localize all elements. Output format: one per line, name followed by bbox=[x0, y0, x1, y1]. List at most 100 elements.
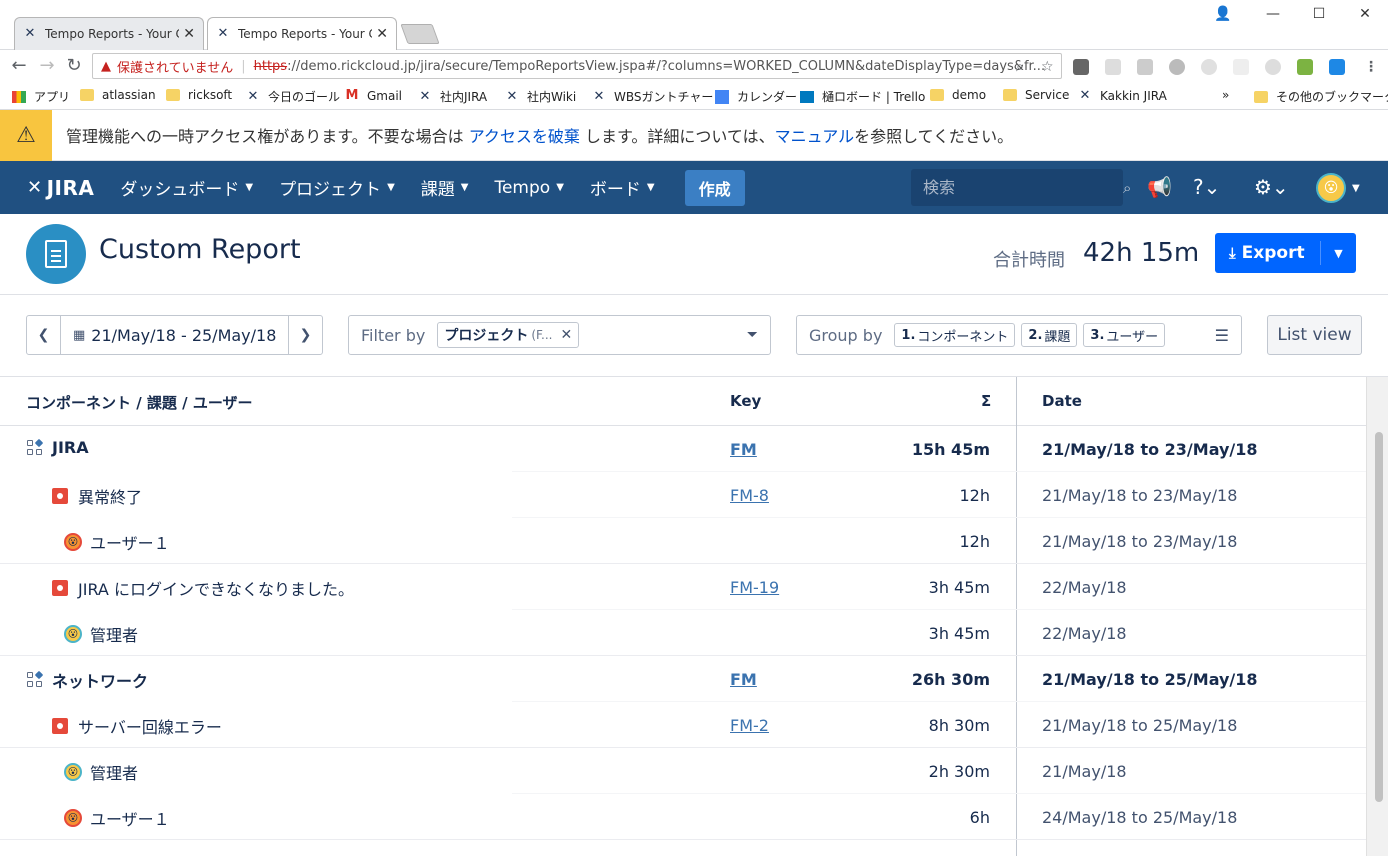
forward-icon[interactable]: → bbox=[36, 55, 58, 77]
list-view-button[interactable]: List view bbox=[1267, 315, 1362, 355]
bookmark-calendar[interactable]: カレンダー bbox=[715, 88, 797, 105]
bookmark-ricksoft[interactable]: ricksoft bbox=[166, 88, 232, 102]
table-row[interactable]: 異常終了 FM-8 12h 21/May/18 to 23/May/18 bbox=[0, 472, 1366, 518]
bookmark-jira[interactable]: ✕ 社内JIRA bbox=[418, 88, 488, 105]
row-label: ユーザー１ bbox=[90, 534, 170, 553]
filter-funnel-icon[interactable]: ⏷ bbox=[747, 327, 758, 343]
bookmark-wbs[interactable]: ✕ WBSガントチャート bbox=[592, 88, 726, 105]
header-sum[interactable]: Σ bbox=[981, 392, 991, 410]
bookmark-trello[interactable]: 樋ロボード | Trello bbox=[800, 88, 925, 105]
table-row[interactable]: 😮 ユーザー１ 6h 24/May/18 to 25/May/18 bbox=[0, 794, 1366, 840]
pdf-extension-icon[interactable] bbox=[1105, 59, 1121, 75]
previous-period-button[interactable]: ❮ bbox=[27, 316, 61, 354]
row-key-link[interactable]: FM bbox=[730, 440, 757, 459]
maximize-icon[interactable]: ☐ bbox=[1296, 6, 1342, 22]
extension-icon[interactable] bbox=[1201, 59, 1217, 75]
profile-icon[interactable]: 👤 bbox=[1200, 6, 1246, 22]
chip-label: プロジェクト bbox=[444, 328, 529, 344]
bookmark-gmail[interactable]: M Gmail bbox=[345, 88, 402, 103]
header-name[interactable]: コンポーネント / 課題 / ユーザー bbox=[26, 392, 253, 413]
extension-icon[interactable] bbox=[1233, 59, 1249, 75]
row-date: 21/May/18 to 23/May/18 bbox=[1042, 532, 1238, 551]
megaphone-icon[interactable]: 📢 bbox=[1147, 175, 1172, 199]
group-chip-issue[interactable]: 2. 課題 bbox=[1021, 323, 1078, 347]
tab-title: Tempo Reports - Your Co bbox=[45, 27, 180, 41]
close-window-icon[interactable]: ✕ bbox=[1342, 6, 1388, 22]
table-row[interactable]: JIRA にログインできなくなりました。 FM-19 3h 45m 22/May… bbox=[0, 564, 1366, 610]
bookmark-service[interactable]: Service bbox=[1003, 88, 1069, 102]
row-key-link[interactable]: FM bbox=[730, 670, 757, 689]
table-row[interactable]: 😮 管理者 3h 45m 22/May/18 bbox=[0, 610, 1366, 656]
filter-chip-project[interactable]: プロジェクト (F... ✕ bbox=[437, 322, 580, 348]
reload-icon[interactable]: ↻ bbox=[63, 55, 85, 77]
nav-projects[interactable]: プロジェクト ▼ bbox=[279, 175, 395, 200]
menu-kebab-icon[interactable]: ⋮ bbox=[1364, 59, 1378, 75]
bookmark-star-icon[interactable]: ☆ bbox=[1041, 59, 1054, 75]
nav-issues[interactable]: 課題 ▼ bbox=[421, 175, 469, 200]
table-scrollbar[interactable] bbox=[1366, 377, 1388, 856]
drop-access-link[interactable]: アクセスを破棄 bbox=[469, 127, 580, 146]
close-icon[interactable]: ✕ bbox=[183, 26, 195, 42]
table-row[interactable]: JIRA FM 15h 45m 21/May/18 to 23/May/18 bbox=[0, 426, 1366, 472]
new-tab-button[interactable] bbox=[400, 24, 440, 44]
create-button[interactable]: 作成 bbox=[684, 169, 745, 206]
nav-dashboards[interactable]: ダッシュボード ▼ bbox=[120, 175, 253, 200]
bookmarks-overflow[interactable]: » bbox=[1222, 88, 1229, 102]
list-icon[interactable]: ☰ bbox=[1215, 326, 1229, 345]
chevron-down-icon[interactable]: ▼ bbox=[1321, 247, 1356, 260]
chat-extension-icon[interactable] bbox=[1265, 59, 1281, 75]
nav-label: 課題 bbox=[420, 180, 455, 200]
help-icon[interactable]: ?⌄ bbox=[1193, 175, 1220, 199]
user-avatar[interactable]: 😮 bbox=[1316, 173, 1346, 203]
bookmark-wiki[interactable]: ✕ 社内Wiki bbox=[505, 88, 577, 105]
search-icon[interactable]: ⌕ bbox=[1123, 179, 1131, 197]
row-key-link[interactable]: FM-2 bbox=[730, 716, 769, 735]
bookmark-atlassian[interactable]: atlassian bbox=[80, 88, 156, 102]
next-period-button[interactable]: ❯ bbox=[288, 316, 322, 354]
table-row[interactable]: 😮 管理者 2h 30m 21/May/18 bbox=[0, 748, 1366, 794]
nav-boards[interactable]: ボード ▼ bbox=[590, 175, 655, 200]
extension-icon[interactable] bbox=[1073, 59, 1089, 75]
table-row[interactable]: サーバー回線エラー FM-2 8h 30m 21/May/18 to 25/Ma… bbox=[0, 702, 1366, 748]
extension-icon[interactable] bbox=[1329, 59, 1345, 75]
scrollbar-thumb[interactable] bbox=[1375, 432, 1383, 802]
back-icon[interactable]: ← bbox=[8, 55, 30, 77]
manual-link[interactable]: マニュアル bbox=[775, 127, 855, 146]
bookmark-demo[interactable]: demo bbox=[930, 88, 986, 102]
admin-access-banner: ⚠ 管理機能への一時アクセス権があります。不要な場合は アクセスを破棄 します。… bbox=[0, 109, 1388, 161]
bookmark-apps[interactable]: アプリ bbox=[12, 88, 70, 105]
close-icon[interactable]: ✕ bbox=[376, 26, 388, 42]
bookmark-kakkin[interactable]: ✕ Kakkin JIRA bbox=[1078, 88, 1167, 103]
zoom-icon[interactable]: ⌕ bbox=[1016, 59, 1024, 75]
row-key-link[interactable]: FM-19 bbox=[730, 578, 779, 597]
chrome-extension-icon[interactable] bbox=[1169, 59, 1185, 75]
date-range-field[interactable]: ▦ 21/May/18 - 25/May/18 bbox=[61, 326, 288, 345]
gear-icon[interactable]: ⚙⌄ bbox=[1254, 175, 1289, 199]
header-key[interactable]: Key bbox=[730, 392, 761, 410]
group-chip-component[interactable]: 1. コンポーネント bbox=[894, 323, 1016, 347]
chevron-down-icon[interactable]: ▼ bbox=[1352, 183, 1360, 194]
group-chip-user[interactable]: 3. ユーザー bbox=[1083, 323, 1166, 347]
export-main[interactable]: ⤓ Export bbox=[1215, 241, 1321, 265]
browser-tab-1[interactable]: ✕ Tempo Reports - Your Co ✕ bbox=[14, 17, 204, 50]
filter-box[interactable]: Filter by プロジェクト (F... ✕ ⏷ bbox=[348, 315, 771, 355]
bookmark-other[interactable]: その他のブックマーク bbox=[1254, 88, 1388, 105]
group-by-box[interactable]: Group by 1. コンポーネント 2. 課題 3. ユーザー ☰ bbox=[796, 315, 1242, 355]
address-bar[interactable]: ▲ 保護されていません | https ://demo.rickcloud.jp… bbox=[92, 53, 1062, 79]
minimize-icon[interactable]: — bbox=[1250, 6, 1296, 22]
export-button[interactable]: ⤓ Export ▼ bbox=[1215, 233, 1356, 273]
browser-tab-2[interactable]: ✕ Tempo Reports - Your Co ✕ bbox=[207, 17, 397, 50]
nav-tempo[interactable]: Tempo ▼ bbox=[494, 178, 563, 198]
row-key-link[interactable]: FM-8 bbox=[730, 486, 769, 505]
close-icon[interactable]: ✕ bbox=[560, 327, 572, 343]
jira-logo[interactable]: ✕ JIRA bbox=[27, 176, 94, 200]
extension-icon[interactable] bbox=[1297, 59, 1313, 75]
table-row[interactable]: 😮 ユーザー１ 12h 21/May/18 to 23/May/18 bbox=[0, 518, 1366, 564]
nav-label: ボード bbox=[589, 180, 641, 200]
bookmark-goal[interactable]: ✕ 今日のゴール bbox=[246, 88, 340, 105]
warning-icon: ▲ bbox=[101, 58, 111, 74]
header-date[interactable]: Date bbox=[1042, 392, 1082, 410]
table-row[interactable]: ネットワーク FM 26h 30m 21/May/18 to 25/May/18 bbox=[0, 656, 1366, 702]
drive-extension-icon[interactable] bbox=[1137, 59, 1153, 75]
search-input[interactable] bbox=[923, 178, 1123, 197]
